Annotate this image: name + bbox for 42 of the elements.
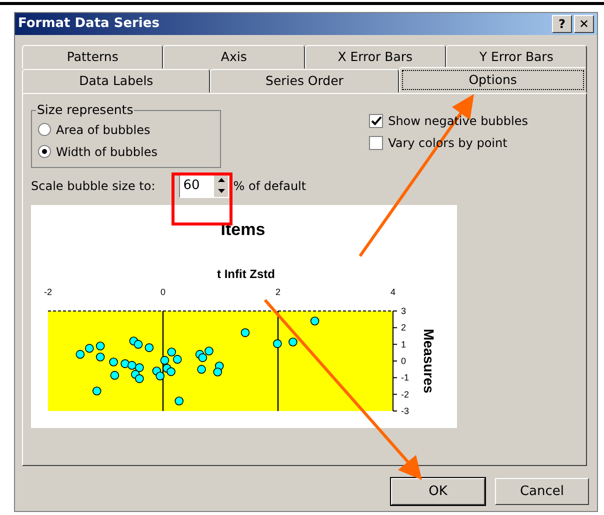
highlight-frame	[172, 172, 232, 226]
ok-button[interactable]: OK	[391, 478, 485, 505]
tab[interactable]: Axis	[163, 45, 304, 69]
tab[interactable]: Patterns	[22, 45, 164, 69]
down-arrow-icon	[218, 189, 225, 193]
tick-label: 3	[401, 306, 406, 316]
group-title: Size represents	[36, 104, 134, 116]
tick-label: 2	[401, 322, 406, 332]
tick-label: 2	[276, 286, 280, 296]
cancel-button[interactable]: Cancel	[495, 478, 589, 505]
up-arrow-icon	[218, 178, 225, 182]
checkbox[interactable]	[369, 136, 384, 150]
window-title: Format Data Series	[18, 15, 160, 34]
tick-label: -2	[44, 286, 52, 296]
radio-label: Area of bubbles	[56, 122, 150, 138]
help-button[interactable]: ?	[552, 15, 572, 33]
tab[interactable]: Options	[398, 67, 587, 93]
x-axis-title: t Infit Zstd	[217, 266, 275, 280]
tick-label: 0	[160, 286, 166, 296]
tick-label: -2	[401, 388, 410, 399]
tick-label: 0	[401, 356, 406, 366]
tab[interactable]: Data Labels	[22, 69, 210, 93]
close-button[interactable]: ✕	[574, 15, 594, 33]
tab[interactable]: X Error Bars	[304, 45, 446, 69]
tick-label: 4	[390, 286, 396, 296]
radio-label: Width of bubbles	[56, 144, 158, 160]
radio-button[interactable]	[38, 145, 51, 158]
y-axis-title: Measures	[421, 328, 437, 393]
checkbox[interactable]	[369, 114, 384, 128]
tick-label: -1	[401, 372, 410, 382]
tab[interactable]: Y Error Bars	[446, 45, 587, 69]
tab[interactable]: Series Order	[210, 69, 399, 93]
bubble-size-spinner[interactable]: 60	[179, 174, 230, 198]
bubble	[310, 316, 320, 325]
tick-label: -3	[401, 406, 410, 416]
scale-label: Scale bubble size to:	[31, 178, 156, 194]
chart-title: Items	[220, 220, 266, 238]
bubble	[174, 396, 184, 405]
bubble	[240, 328, 250, 337]
radio-button[interactable]	[38, 123, 51, 136]
tick-label: 1	[401, 338, 406, 349]
percent-label: % of default	[233, 178, 306, 194]
